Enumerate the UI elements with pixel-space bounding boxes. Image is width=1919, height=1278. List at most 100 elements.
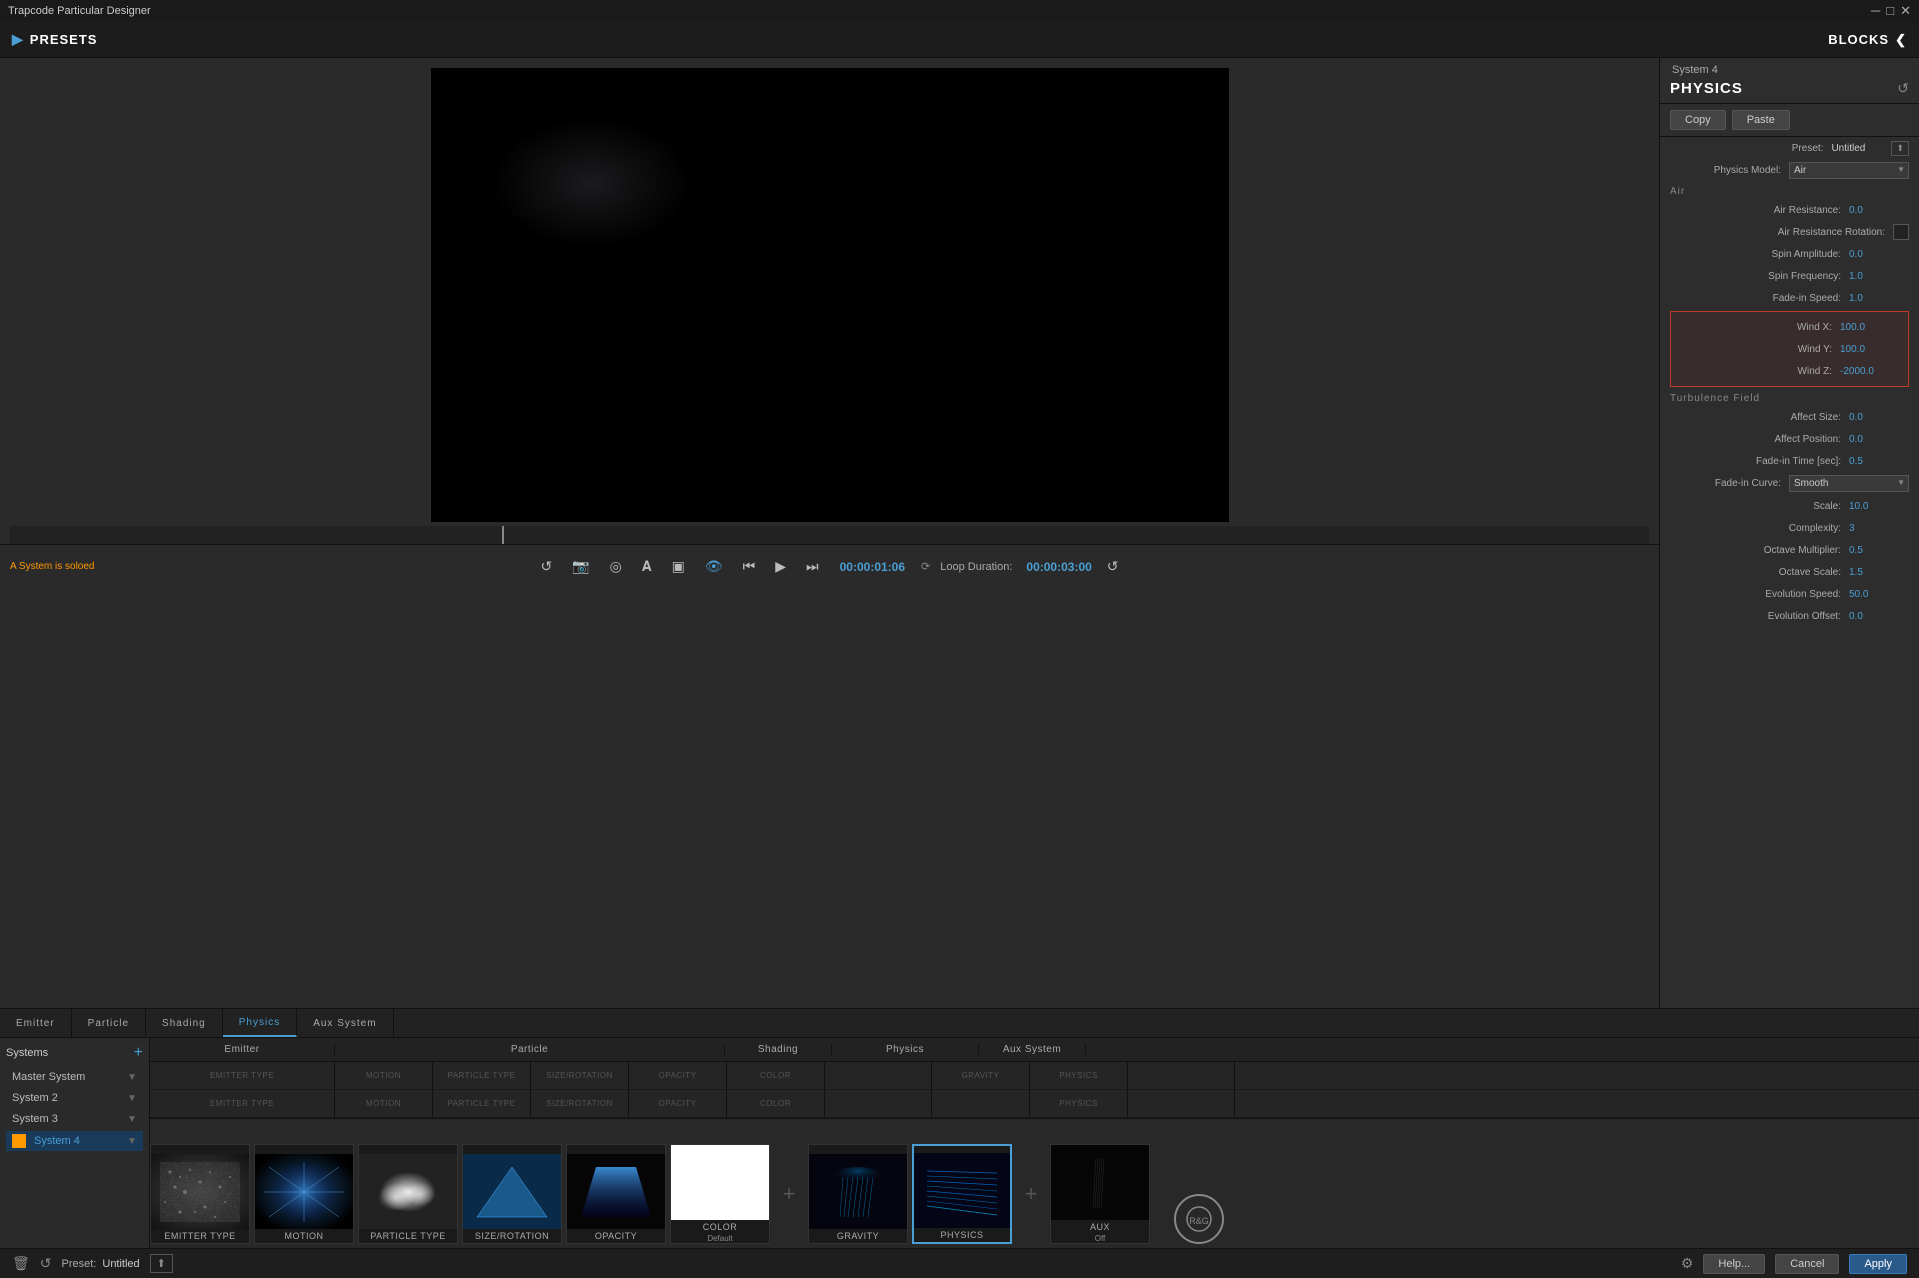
wind-x-value[interactable]: 100.0: [1840, 322, 1900, 333]
help-button[interactable]: Help...: [1703, 1254, 1765, 1274]
block-particle-type[interactable]: PARTICLE TYPE: [358, 1144, 458, 1244]
track-cell-physics-1[interactable]: PHYSICS: [1030, 1062, 1128, 1089]
track-cell-shading-1[interactable]: [825, 1062, 932, 1089]
system-item-3[interactable]: System 3 ▼: [6, 1110, 143, 1128]
system-3-dropdown-icon: ▼: [127, 1114, 137, 1125]
solo-notice: A System is soloed: [10, 561, 94, 572]
system-item-4[interactable]: System 4 ▼: [6, 1131, 143, 1151]
text-button[interactable]: 𝐀: [637, 555, 657, 578]
paste-button[interactable]: Paste: [1732, 110, 1790, 130]
track-cell-emitter-type-1[interactable]: EMITTER TYPE: [150, 1062, 335, 1089]
undo-button[interactable]: ↺: [535, 555, 557, 578]
bottom-area: Emitter Particle Shading Physics Aux Sys…: [0, 1008, 1919, 1248]
block-emitter-type[interactable]: EMITTER TYPE: [150, 1144, 250, 1244]
loop-reset-button[interactable]: ↺: [1102, 555, 1124, 578]
affect-size-value[interactable]: 0.0: [1849, 412, 1909, 423]
air-resistance-value[interactable]: 0.0: [1849, 205, 1909, 216]
spin-frequency-value[interactable]: 1.0: [1849, 271, 1909, 282]
track-cell-emitter-type-2[interactable]: EMITTER TYPE: [150, 1090, 335, 1117]
track-cell-color-1[interactable]: COLOR: [727, 1062, 825, 1089]
tab-aux-system[interactable]: Aux System: [297, 1009, 393, 1037]
settings-button[interactable]: ⚙: [1681, 1255, 1694, 1272]
add-shading-block-button[interactable]: +: [774, 1144, 804, 1244]
panel-refresh-button[interactable]: ↺: [1897, 80, 1909, 97]
tab-shading[interactable]: Shading: [146, 1009, 223, 1037]
ripple-button[interactable]: ◎: [605, 555, 627, 578]
evolution-speed-value[interactable]: 50.0: [1849, 589, 1909, 600]
spin-frequency-row: Spin Frequency: 1.0: [1660, 265, 1919, 287]
delete-button[interactable]: 🗑: [12, 1255, 30, 1272]
tab-emitter[interactable]: Emitter: [0, 1009, 72, 1037]
cancel-button[interactable]: Cancel: [1775, 1254, 1839, 1274]
tab-particle[interactable]: Particle: [72, 1009, 146, 1037]
wind-y-value[interactable]: 100.0: [1840, 344, 1900, 355]
blocks-label-text: BLOCKS: [1828, 32, 1889, 47]
air-resistance-rotation-swatch[interactable]: [1893, 224, 1909, 240]
affect-position-value[interactable]: 0.0: [1849, 434, 1909, 445]
copy-button[interactable]: Copy: [1670, 110, 1726, 130]
timeline-bar[interactable]: [10, 526, 1649, 544]
loop-duration-value: 00:00:03:00: [1026, 560, 1091, 574]
fade-in-time-value[interactable]: 0.5: [1849, 456, 1909, 467]
eye-button[interactable]: 👁: [700, 555, 728, 578]
add-system-button[interactable]: +: [134, 1044, 143, 1062]
region-button[interactable]: ▣: [667, 555, 690, 578]
system-4-solo[interactable]: [12, 1134, 26, 1148]
camera-button[interactable]: 📷: [567, 555, 594, 578]
blocks-section[interactable]: BLOCKS ❮: [1828, 32, 1907, 48]
block-emitter-type-label: EMITTER TYPE: [151, 1229, 249, 1243]
add-physics-block-button[interactable]: +: [1016, 1144, 1046, 1244]
system-item-2[interactable]: System 2 ▼: [6, 1089, 143, 1107]
spin-amplitude-value[interactable]: 0.0: [1849, 249, 1909, 260]
block-physics[interactable]: PHYSICS: [912, 1144, 1012, 1244]
presets-section[interactable]: ▶ PRESETS: [12, 31, 97, 48]
go-end-button[interactable]: ⏭: [801, 555, 824, 578]
undo-status-button[interactable]: ↺: [40, 1255, 52, 1272]
track-cell-aux-2[interactable]: [1128, 1090, 1235, 1117]
physics-model-dropdown[interactable]: Air: [1789, 162, 1909, 179]
track-cell-motion-2[interactable]: MOTION: [335, 1090, 433, 1117]
track-cell-gravity-2[interactable]: [932, 1090, 1030, 1117]
maximize-button[interactable]: □: [1886, 3, 1894, 19]
octave-scale-value[interactable]: 1.5: [1849, 567, 1909, 578]
block-size-rotation[interactable]: SIZE/ROTATION: [462, 1144, 562, 1244]
apply-button[interactable]: Apply: [1849, 1254, 1907, 1274]
track-cell-gravity-1[interactable]: GRAVITY: [932, 1062, 1030, 1089]
track-cell-physics-2[interactable]: PHYSICS: [1030, 1090, 1128, 1117]
size-rotation-visual: [472, 1162, 552, 1222]
track-cell-shading-2[interactable]: [825, 1090, 932, 1117]
block-gravity-image: [809, 1154, 907, 1229]
evolution-offset-value[interactable]: 0.0: [1849, 611, 1909, 622]
scale-value[interactable]: 10.0: [1849, 501, 1909, 512]
block-aux[interactable]: AUX Off: [1050, 1144, 1150, 1244]
fade-in-speed-label: Fade-in Speed:: [1670, 293, 1849, 304]
complexity-value[interactable]: 3: [1849, 523, 1909, 534]
play-button[interactable]: ▶: [770, 555, 791, 578]
octave-multiplier-value[interactable]: 0.5: [1849, 545, 1909, 556]
go-start-button[interactable]: ⏮: [738, 555, 761, 578]
track-cell-opacity-2[interactable]: OPACITY: [629, 1090, 727, 1117]
system-item-master[interactable]: Master System ▼: [6, 1068, 143, 1086]
minimize-button[interactable]: ─: [1871, 3, 1880, 19]
preset-save-button[interactable]: ⬆: [1891, 141, 1909, 156]
track-cell-size-rotation-1[interactable]: SIZE/ROTATION: [531, 1062, 629, 1089]
track-cell-particle-type-1[interactable]: PARTICLE TYPE: [433, 1062, 531, 1089]
block-motion[interactable]: MOTION: [254, 1144, 354, 1244]
close-button[interactable]: ✕: [1900, 3, 1911, 19]
physics-model-label: Physics Model:: [1670, 165, 1789, 176]
track-cell-size-rotation-2[interactable]: SIZE/ROTATION: [531, 1090, 629, 1117]
fade-in-speed-value[interactable]: 1.0: [1849, 293, 1909, 304]
track-cell-motion-1[interactable]: MOTION: [335, 1062, 433, 1089]
block-gravity[interactable]: GRAVITY: [808, 1144, 908, 1244]
track-cell-opacity-1[interactable]: OPACITY: [629, 1062, 727, 1089]
block-color[interactable]: COLOR Default: [670, 1144, 770, 1244]
status-save-button[interactable]: ⬆: [150, 1254, 173, 1273]
track-cell-aux-1[interactable]: [1128, 1062, 1235, 1089]
evolution-speed-label: Evolution Speed:: [1670, 589, 1849, 600]
track-cell-color-2[interactable]: COLOR: [727, 1090, 825, 1117]
track-cell-particle-type-2[interactable]: PARTICLE TYPE: [433, 1090, 531, 1117]
fade-in-curve-dropdown[interactable]: Smooth: [1789, 475, 1909, 492]
block-opacity[interactable]: OPACITY: [566, 1144, 666, 1244]
tab-physics[interactable]: Physics: [223, 1009, 297, 1037]
wind-z-value[interactable]: -2000.0: [1840, 366, 1900, 377]
